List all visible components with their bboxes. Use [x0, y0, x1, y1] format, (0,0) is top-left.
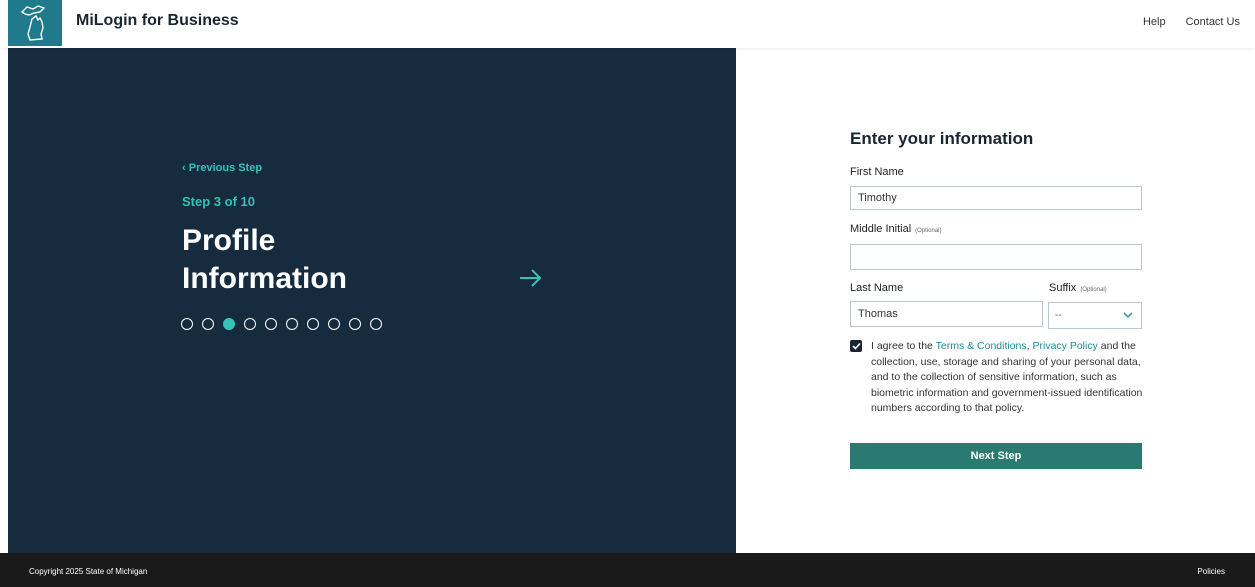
form-title: Enter your information — [850, 129, 1034, 148]
last-name-label: Last Name — [850, 282, 904, 294]
step-dot-6 — [286, 318, 298, 330]
middle-initial-input[interactable] — [850, 244, 1142, 270]
step-counter: Step 3 of 10 — [182, 194, 255, 209]
top-bar: MiLogin for Business Help Contact Us — [0, 0, 1255, 48]
first-name-input[interactable] — [850, 186, 1142, 210]
chevron-left-icon: ‹ — [182, 162, 186, 174]
step-title: Profile Information — [182, 222, 462, 298]
agreement-prefix: I agree to the — [871, 340, 936, 352]
step-dot-4 — [244, 318, 256, 330]
step-dot-10 — [370, 318, 382, 330]
step-dot-1 — [181, 318, 193, 330]
agreement-text: I agree to the Terms & Conditions, Priva… — [871, 339, 1146, 417]
suffix-select[interactable]: -- — [1048, 302, 1142, 329]
step-title-line-1: Profile — [182, 224, 276, 257]
step-progress-dots — [181, 318, 382, 330]
chevron-down-icon — [1123, 312, 1133, 318]
brand-title: MiLogin for Business — [76, 12, 239, 29]
step-panel — [8, 48, 736, 553]
step-dot-7 — [307, 318, 319, 330]
suffix-select-value: -- — [1055, 310, 1062, 321]
first-name-label: First Name — [850, 166, 904, 178]
suffix-label-text: Suffix — [1049, 282, 1077, 294]
contact-us-link[interactable]: Contact Us — [1186, 16, 1240, 28]
step-dot-2 — [202, 318, 214, 330]
previous-step-label: Previous Step — [188, 162, 263, 174]
middle-initial-label-text: Middle Initial — [850, 223, 912, 235]
michigan-map-icon — [20, 5, 46, 41]
policies-link[interactable]: Policies — [1197, 567, 1225, 576]
suffix-optional: (Optional) — [1080, 287, 1107, 293]
michigan-logo[interactable] — [8, 0, 62, 46]
checkmark-icon — [851, 342, 861, 350]
last-name-input[interactable] — [850, 301, 1043, 327]
agree-checkbox[interactable] — [850, 340, 862, 352]
terms-link[interactable]: Terms & Conditions — [936, 340, 1027, 352]
help-link[interactable]: Help — [1143, 16, 1166, 28]
step-dot-8 — [328, 318, 340, 330]
step-title-line-2: Information — [182, 262, 347, 295]
footer: Copyright 2025 State of Michigan Policie… — [0, 553, 1255, 587]
middle-initial-optional: (Optional) — [915, 228, 942, 234]
copyright-text: Copyright 2025 State of Michigan — [29, 567, 148, 576]
next-step-button[interactable]: Next Step — [850, 443, 1142, 469]
suffix-label: Suffix (Optional) — [1049, 282, 1107, 294]
arrow-right-icon[interactable] — [516, 266, 546, 290]
step-dot-3 — [223, 318, 235, 330]
previous-step-link[interactable]: ‹ Previous Step — [182, 162, 262, 174]
middle-initial-label: Middle Initial (Optional) — [850, 223, 941, 235]
step-dot-5 — [265, 318, 277, 330]
top-links: Help Contact Us — [1143, 16, 1240, 28]
privacy-policy-link[interactable]: Privacy Policy — [1033, 340, 1098, 352]
step-dot-9 — [349, 318, 361, 330]
